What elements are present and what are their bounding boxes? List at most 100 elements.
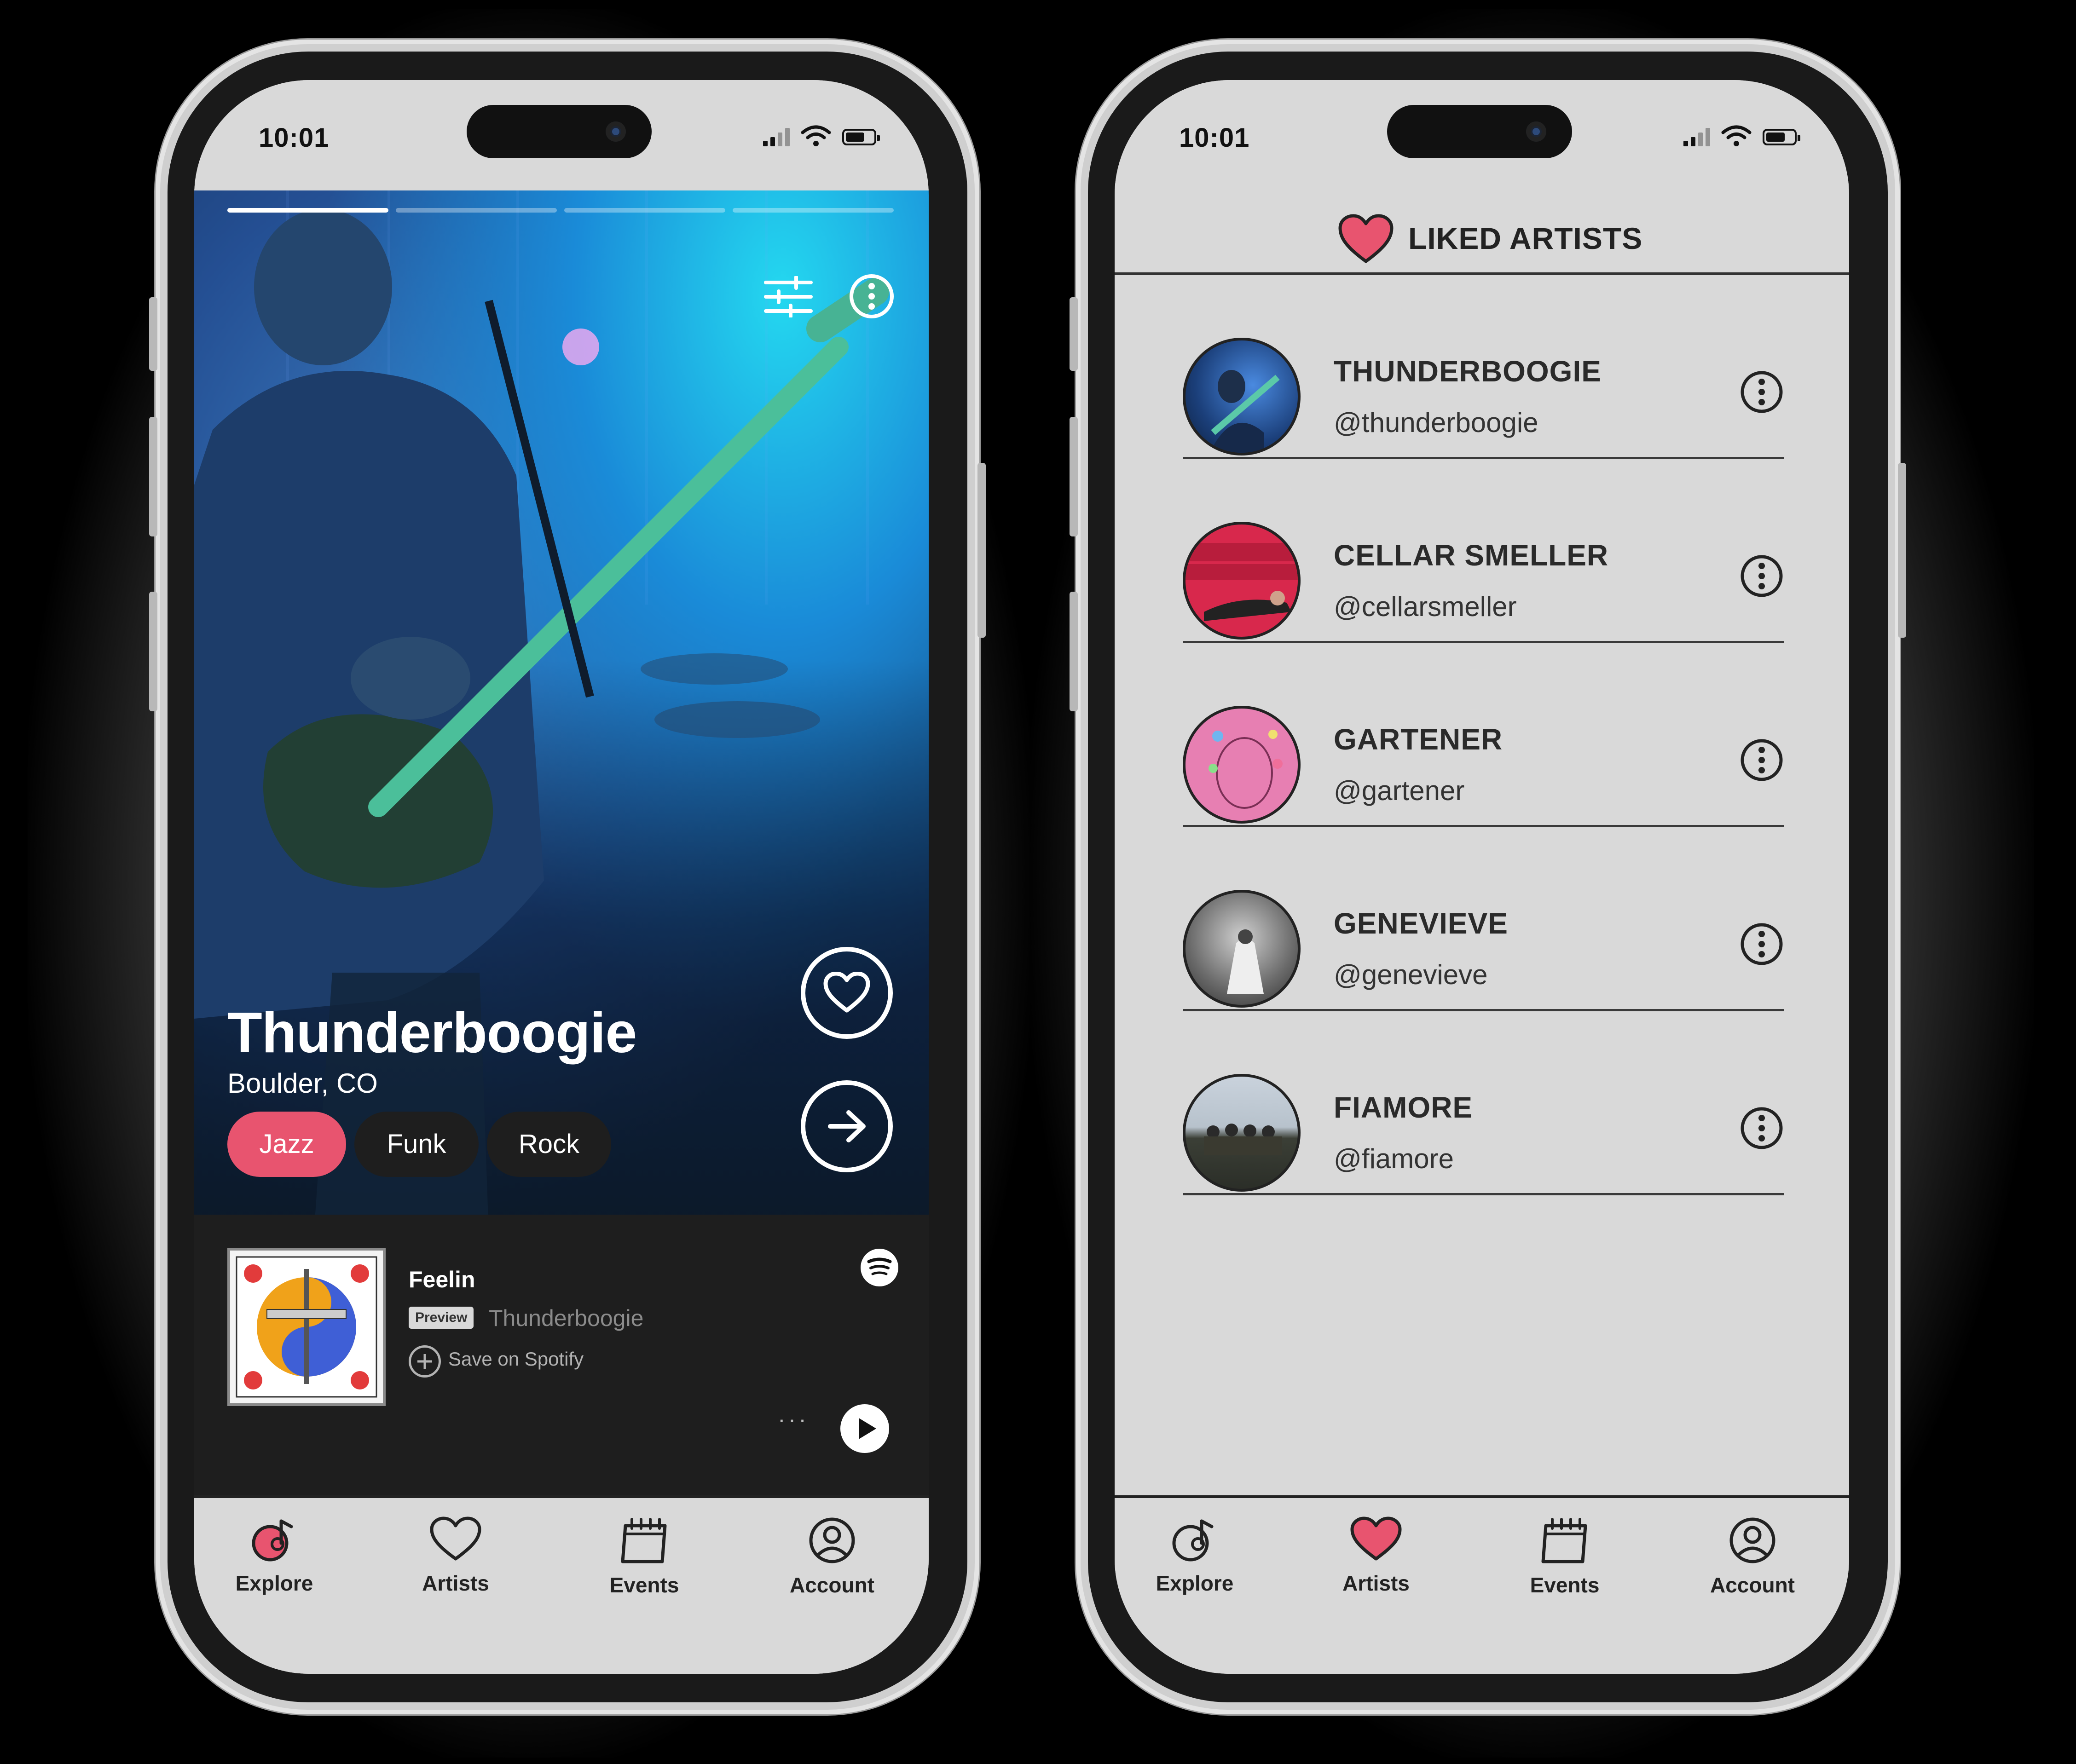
- artist-name: FIAMORE: [1334, 1091, 1473, 1124]
- arrow-right-icon: [828, 1110, 866, 1142]
- more-options-icon[interactable]: [1739, 1105, 1785, 1151]
- bottom-nav: Explore Artists Events Account: [1115, 1495, 1849, 1674]
- status-bar: 10:01: [194, 80, 929, 190]
- genre-chip-funk[interactable]: Funk: [354, 1112, 479, 1177]
- filter-sliders-icon[interactable]: [763, 276, 814, 317]
- mockup-stage: 10:01 Thunderboogie Boulder, CO Jazz Fun…: [0, 0, 2076, 1764]
- page-title: LIKED ARTISTS: [1408, 221, 1643, 255]
- wifi-icon: [801, 125, 831, 146]
- side-button: [977, 463, 986, 638]
- nav-label-account: Account: [1710, 1573, 1795, 1597]
- artist-name: Thunderboogie: [227, 1001, 637, 1065]
- artist-name: THUNDERBOOGIE: [1334, 355, 1602, 388]
- heart-icon: [430, 1516, 481, 1561]
- list-item[interactable]: THUNDERBOOGIE @thunderboogie: [1183, 275, 1784, 459]
- camera-icon: [606, 121, 626, 142]
- nav-item-artists[interactable]: Artists: [1316, 1516, 1436, 1596]
- artist-handle: @genevieve: [1334, 959, 1488, 990]
- side-button: [149, 417, 157, 536]
- plus-circle-icon[interactable]: [409, 1345, 441, 1378]
- player-more-icon[interactable]: ···: [778, 1406, 809, 1433]
- avatar: [1183, 338, 1301, 455]
- side-button: [1070, 417, 1078, 536]
- nav-label-artists: Artists: [1342, 1571, 1410, 1595]
- dynamic-island: [1387, 105, 1572, 158]
- preview-badge: Preview: [409, 1307, 474, 1329]
- artist-hero[interactable]: Thunderboogie Boulder, CO Jazz Funk Rock: [194, 190, 929, 1233]
- explore-icon: [1172, 1519, 1214, 1562]
- more-options-icon[interactable]: [1739, 921, 1785, 967]
- more-options-icon[interactable]: [1739, 737, 1785, 783]
- list-item[interactable]: GARTENER @gartener: [1183, 643, 1784, 827]
- track-title: Feelin: [409, 1267, 475, 1292]
- side-button: [1070, 297, 1078, 371]
- avatar: [1183, 706, 1301, 824]
- like-button[interactable]: [801, 947, 893, 1039]
- spotify-logo-icon: [861, 1249, 898, 1286]
- wifi-icon: [1721, 125, 1752, 146]
- heart-icon: [823, 972, 870, 1013]
- status-time: 10:01: [259, 123, 330, 153]
- status-bar: 10:01: [1115, 80, 1849, 190]
- avatar: [1183, 1074, 1301, 1192]
- genre-chip-jazz[interactable]: Jazz: [227, 1112, 346, 1177]
- explore-icon: [252, 1519, 293, 1562]
- nav-item-account[interactable]: Account: [1693, 1516, 1812, 1597]
- more-options-icon[interactable]: [1739, 369, 1785, 415]
- calendar-icon: [621, 1518, 667, 1563]
- battery-icon: [842, 129, 880, 145]
- nav-label-explore: Explore: [1156, 1571, 1234, 1595]
- battery-icon: [1763, 129, 1800, 145]
- nav-label-events: Events: [1530, 1573, 1600, 1597]
- nav-item-explore[interactable]: Explore: [214, 1516, 334, 1596]
- nav-item-events[interactable]: Events: [1505, 1516, 1625, 1597]
- album-art: [227, 1248, 386, 1406]
- avatar: [1183, 890, 1301, 1008]
- nav-item-events[interactable]: Events: [584, 1516, 704, 1597]
- artist-location: Boulder, CO: [227, 1068, 378, 1099]
- account-icon: [809, 1517, 855, 1563]
- more-options-icon[interactable]: [848, 272, 896, 320]
- artist-name: GARTENER: [1334, 723, 1503, 756]
- artist-name: CELLAR SMELLER: [1334, 539, 1609, 572]
- side-button: [1898, 463, 1906, 638]
- more-options-icon[interactable]: [1739, 553, 1785, 599]
- nav-label-artists: Artists: [422, 1571, 489, 1595]
- nav-item-account[interactable]: Account: [772, 1516, 892, 1597]
- story-progress-segment: [564, 208, 725, 213]
- account-icon: [1729, 1517, 1775, 1563]
- artist-handle: @thunderboogie: [1334, 407, 1538, 438]
- cellular-signal-icon: [763, 128, 791, 146]
- track-artist[interactable]: Thunderboogie: [489, 1305, 643, 1332]
- nav-label-explore: Explore: [235, 1571, 313, 1595]
- list-item[interactable]: FIAMORE @fiamore: [1183, 1011, 1784, 1195]
- list-item[interactable]: CELLAR SMELLER @cellarsmeller: [1183, 459, 1784, 643]
- heart-icon: [1350, 1516, 1402, 1561]
- story-progress-segment: [396, 208, 557, 213]
- calendar-icon: [1541, 1518, 1587, 1563]
- artist-handle: @fiamore: [1334, 1143, 1454, 1174]
- liked-artists-screen: 10:01 LIKED ARTISTS THUNDERBOOGIE @thund…: [1115, 80, 1849, 1674]
- status-time: 10:01: [1179, 123, 1250, 153]
- list-item[interactable]: GENEVIEVE @genevieve: [1183, 827, 1784, 1011]
- next-artist-button[interactable]: [801, 1080, 893, 1172]
- nav-item-explore[interactable]: Explore: [1135, 1516, 1255, 1596]
- save-on-spotify-link[interactable]: Save on Spotify: [448, 1348, 584, 1370]
- nav-label-account: Account: [790, 1573, 874, 1597]
- side-button: [149, 592, 157, 711]
- artist-handle: @cellarsmeller: [1334, 591, 1517, 622]
- explore-screen: 10:01 Thunderboogie Boulder, CO Jazz Fun…: [194, 80, 929, 1674]
- spotify-embed-player: Feelin Preview Thunderboogie Save on Spo…: [194, 1215, 929, 1500]
- camera-icon: [1526, 121, 1546, 142]
- play-button[interactable]: [840, 1404, 889, 1453]
- artist-name: GENEVIEVE: [1334, 907, 1508, 940]
- avatar: [1183, 522, 1301, 640]
- phone-right: 10:01 LIKED ARTISTS THUNDERBOOGIE @thund…: [1070, 40, 1906, 1714]
- nav-item-artists[interactable]: Artists: [396, 1516, 515, 1596]
- phone-left: 10:01 Thunderboogie Boulder, CO Jazz Fun…: [149, 40, 986, 1714]
- bottom-nav: Explore Artists Events Account: [194, 1495, 929, 1674]
- liked-artists-header: LIKED ARTISTS: [1115, 190, 1849, 275]
- genre-chip-rock[interactable]: Rock: [487, 1112, 611, 1177]
- play-icon: [859, 1418, 876, 1439]
- dynamic-island: [467, 105, 652, 158]
